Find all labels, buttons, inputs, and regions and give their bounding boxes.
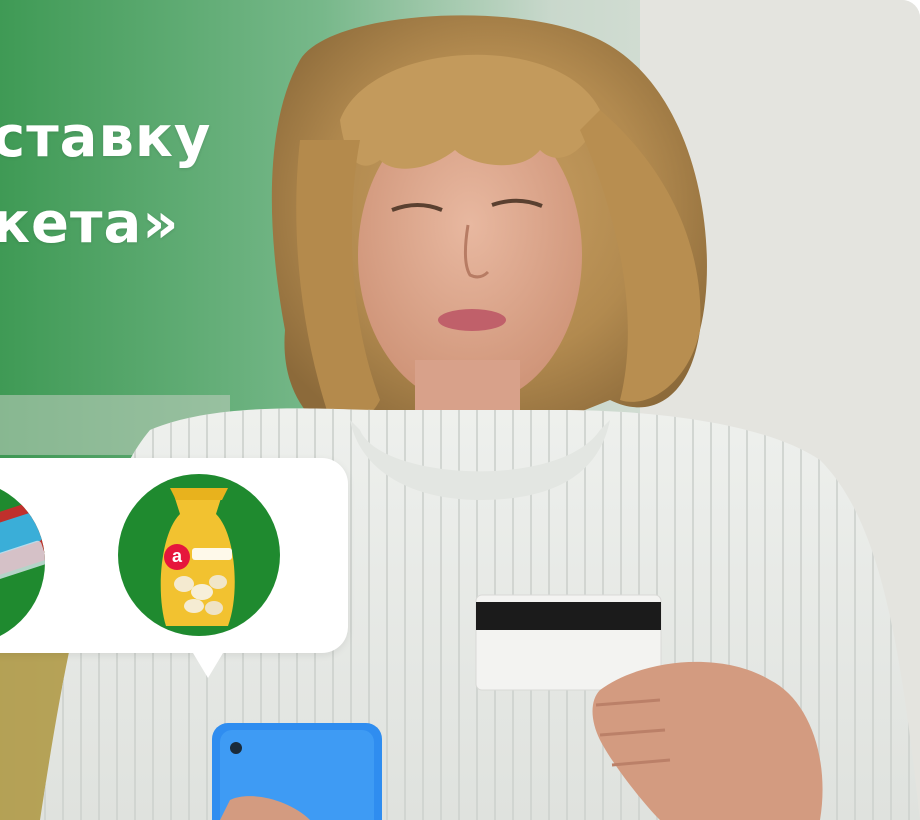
chat-bubble-tail — [190, 648, 226, 678]
brand-badge-icon: а — [164, 544, 190, 570]
promo-banner: ставку кета» а — [0, 0, 920, 820]
dumplings-bag-icon — [160, 488, 235, 626]
dumplings-bag-product: а — [118, 474, 280, 636]
headline-line-2: кета» — [0, 191, 180, 256]
headline-line-1: ставку — [0, 105, 212, 170]
promo-headline: ставку кета» — [0, 95, 211, 267]
